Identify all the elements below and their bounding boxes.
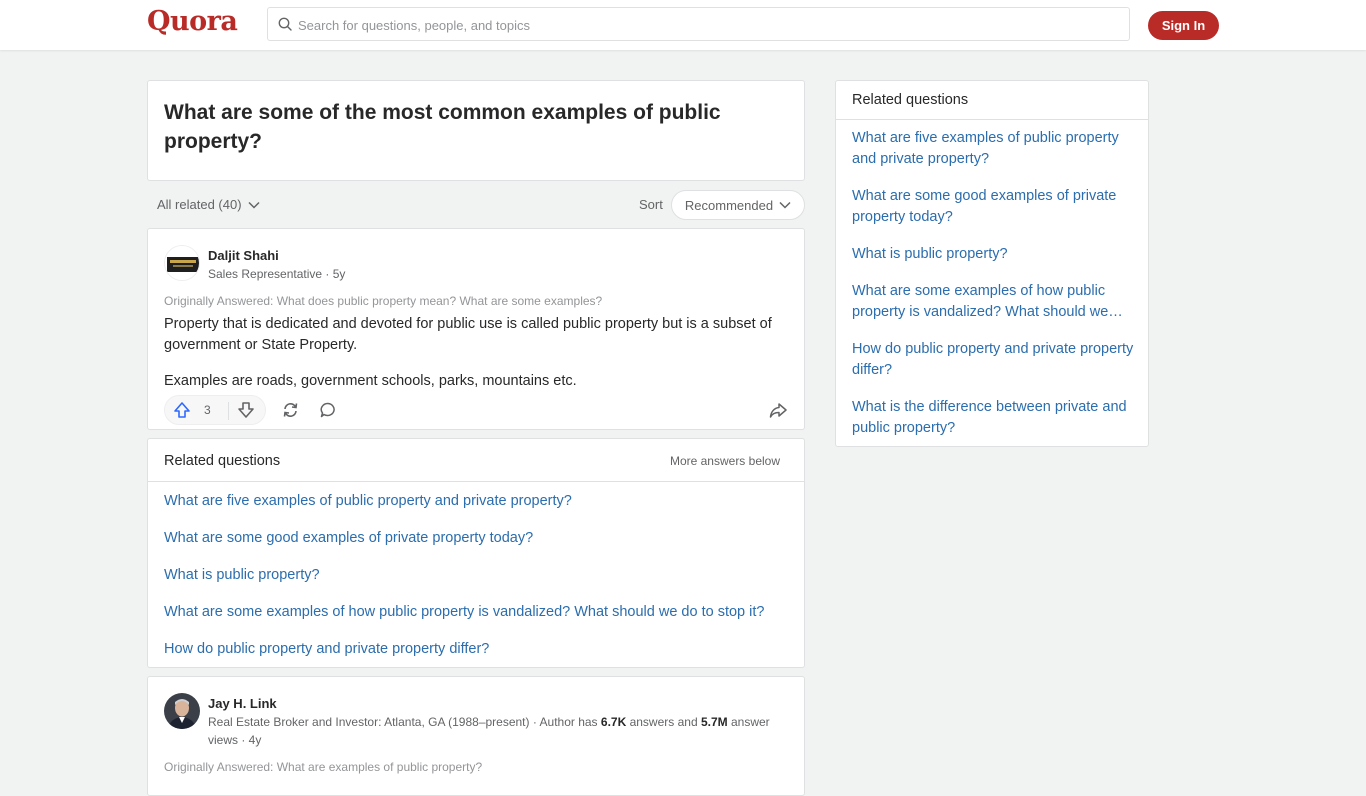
top-header: Quora Sign In — [0, 0, 1366, 50]
related-question-link[interactable]: What are some examples of how public pro… — [164, 604, 764, 620]
sidebar-question-link[interactable]: How do public property and private prope… — [852, 339, 1137, 381]
answer-card: Daljit Shahi Sales Representative · 5y O… — [147, 228, 805, 430]
sign-in-button[interactable]: Sign In — [1148, 11, 1219, 40]
vote-bar: 3 — [164, 395, 266, 425]
sort-label: Sort — [639, 197, 663, 212]
search-icon — [278, 17, 292, 31]
sidebar-question-link[interactable]: What is the difference between private a… — [852, 397, 1137, 439]
related-question-link[interactable]: What are some good examples of private p… — [164, 530, 533, 546]
author-credential: Real Estate Broker and Investor: Atlanta… — [208, 713, 778, 749]
upvote-arrow-icon — [174, 402, 190, 418]
avatar-image-icon — [165, 246, 199, 280]
divider — [148, 481, 804, 482]
credential-text: Real Estate Broker and Investor: Atlanta… — [208, 715, 601, 729]
author-name[interactable]: Daljit Shahi — [208, 248, 279, 263]
share-reshare-button[interactable] — [281, 401, 300, 419]
credential-text: answers and — [626, 715, 701, 729]
related-question-link[interactable]: What is public property? — [164, 567, 320, 583]
more-answers-below: More answers below — [669, 454, 780, 468]
share-arrow-icon — [769, 403, 787, 418]
sidebar-question-link[interactable]: What are some good examples of private p… — [852, 186, 1137, 228]
inline-related-questions: Related questions More answers below Wha… — [147, 438, 805, 668]
avatar-photo-icon — [164, 693, 200, 729]
sidebar-question-link[interactable]: What is public property? — [852, 244, 1137, 265]
sidebar-heading: Related questions — [852, 92, 969, 108]
downvote-button[interactable] — [237, 401, 255, 419]
originally-answered[interactable]: Originally Answered: What are examples o… — [164, 760, 482, 774]
upvote-button[interactable]: 3 — [173, 400, 211, 420]
question-card: What are some of the most common example… — [147, 80, 805, 181]
author-credential: Sales Representative · 5y — [208, 267, 346, 281]
sidebar-question-link[interactable]: What are five examples of public propert… — [852, 128, 1137, 170]
reshare-icon — [283, 403, 298, 417]
divider — [836, 119, 1148, 120]
chevron-down-icon — [779, 201, 791, 209]
related-question-link[interactable]: How do public property and private prope… — [164, 641, 489, 657]
author-name[interactable]: Jay H. Link — [208, 696, 277, 711]
all-related-label: All related (40) — [157, 197, 242, 212]
comment-icon — [320, 402, 335, 418]
answers-count: 6.7K — [600, 715, 627, 729]
avatar[interactable] — [164, 245, 200, 281]
answer-card: Jay H. Link Real Estate Broker and Inves… — [147, 676, 805, 796]
sidebar-related-questions: Related questions What are five examples… — [835, 80, 1149, 447]
chevron-down-icon — [248, 201, 260, 209]
views-count: 5.7M — [700, 715, 728, 729]
sort-dropdown[interactable]: Recommended — [671, 190, 805, 220]
downvote-arrow-icon — [238, 402, 254, 418]
all-related-dropdown[interactable]: All related (40) — [157, 197, 260, 212]
upvote-count: 3 — [204, 403, 211, 417]
answer-paragraph: Property that is dedicated and devoted f… — [164, 316, 772, 353]
question-title: What are some of the most common example… — [164, 101, 721, 153]
search-input[interactable] — [296, 8, 1120, 42]
share-button[interactable] — [769, 401, 787, 419]
sort-value: Recommended — [684, 197, 774, 213]
search-box[interactable] — [267, 7, 1130, 42]
quora-logo[interactable]: Quora — [147, 6, 238, 37]
answer-paragraph: Examples are roads, government schools, … — [164, 373, 577, 389]
sidebar-question-link[interactable]: What are some examples of how public pro… — [852, 281, 1137, 323]
vote-divider — [228, 402, 229, 420]
avatar[interactable] — [164, 693, 200, 729]
comment-button[interactable] — [320, 402, 336, 418]
originally-answered[interactable]: Originally Answered: What does public pr… — [164, 294, 602, 308]
related-question-link[interactable]: What are five examples of public propert… — [164, 493, 572, 509]
related-questions-heading: Related questions — [164, 453, 281, 469]
